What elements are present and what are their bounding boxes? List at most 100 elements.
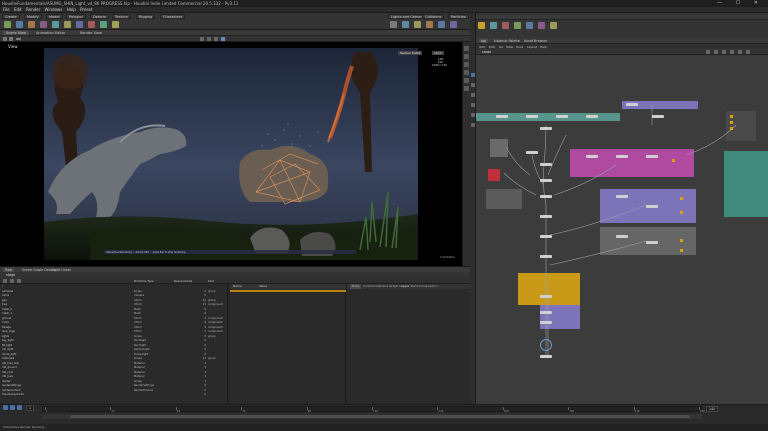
shelf-tool-icon[interactable]	[88, 21, 95, 28]
network-node[interactable]	[616, 235, 628, 238]
network-node[interactable]	[616, 195, 628, 198]
tree-row[interactable]: mesh_0 Mesh 0	[0, 308, 228, 312]
display-option-icon[interactable]	[464, 54, 469, 59]
display-option-icon[interactable]	[464, 86, 469, 91]
play-back-icon[interactable]	[3, 405, 8, 410]
scale-tool-icon[interactable]	[221, 37, 225, 41]
shelf-tab-characters[interactable]: Characters	[160, 14, 186, 19]
shelf-tool-icon[interactable]	[526, 22, 533, 29]
display-flag-icon[interactable]	[730, 115, 733, 118]
network-editor[interactable]	[476, 55, 768, 404]
display-flag-icon[interactable]	[672, 159, 675, 162]
network-node[interactable]	[540, 235, 552, 238]
tree-row[interactable]: mtl_trex_skin Material 3	[0, 362, 228, 366]
tab-base[interactable]: Base	[350, 284, 362, 289]
network-node[interactable]	[646, 241, 658, 244]
net-menu-layout[interactable]: Layout	[527, 45, 537, 49]
display-flag-icon[interactable]	[730, 121, 733, 124]
tool-icon[interactable]	[470, 93, 475, 97]
tree-row[interactable]: rendersettings RenderSettings 0	[0, 384, 228, 388]
tree-row[interactable]: ground Xform 4 component	[0, 317, 228, 321]
tree-row[interactable]: lava_cage Xform 5 component	[0, 330, 228, 334]
tree-row[interactable]: HoudiniLayerInfo 0	[0, 393, 228, 397]
shelf-tab-polygon[interactable]: Polygon	[66, 14, 86, 19]
display-flag-icon[interactable]	[730, 127, 733, 130]
tab-scene-view[interactable]: Scene View	[3, 31, 30, 35]
net-menu-view[interactable]: View	[506, 45, 513, 49]
tree-row[interactable]: key_light RectLight 0	[0, 339, 228, 343]
rotate-tool-icon[interactable]	[214, 37, 218, 41]
display-option-icon[interactable]	[464, 62, 469, 67]
select-tool-icon[interactable]	[200, 37, 204, 41]
tab-asset-browser[interactable]: Asset Browser	[524, 39, 547, 43]
viewport[interactable]: View Medium Detail cam1 1/61 102 1280 x …	[0, 42, 462, 266]
net-menu-tools[interactable]: Tools	[516, 45, 523, 49]
tool-icon[interactable]	[470, 113, 475, 117]
network-option-icon[interactable]	[746, 50, 750, 54]
network-node[interactable]	[616, 155, 628, 158]
tree-row[interactable]: geo Xform 41 group	[0, 299, 228, 303]
scene-path[interactable]: obj	[16, 37, 21, 41]
tool-icon[interactable]	[470, 83, 475, 87]
net-menu-go[interactable]: Go	[499, 45, 503, 49]
network-option-icon[interactable]	[738, 50, 742, 54]
shelf-tab-create[interactable]: Create	[2, 14, 20, 19]
tab-obj[interactable]: obj	[479, 39, 489, 43]
network-node[interactable]	[540, 321, 552, 324]
stop-icon[interactable]	[10, 405, 15, 410]
shelf-tool-icon[interactable]	[76, 21, 83, 28]
network-node[interactable]	[540, 311, 552, 314]
filter-icon[interactable]	[3, 279, 7, 283]
output-node-ring[interactable]	[540, 339, 552, 351]
network-node[interactable]	[626, 103, 638, 106]
tree-row[interactable]: renderproduct RenderProduct 0	[0, 389, 228, 393]
network-node[interactable]	[526, 151, 538, 154]
tab-material-palette[interactable]: Material Palette	[494, 39, 520, 43]
timeline-ruler[interactable]: 1 24 48 72 96 120 144 168 192 216 240	[42, 406, 705, 413]
tree-row[interactable]: fill_light RectLight 0	[0, 344, 228, 348]
tree-row[interactable]: cam1 Camera 0	[0, 294, 228, 298]
tool-icon[interactable]	[470, 123, 475, 127]
light-tool-icon[interactable]	[402, 21, 409, 28]
network-node[interactable]	[540, 355, 552, 358]
tree-row[interactable]: foliage Xform 9 component	[0, 326, 228, 330]
tree-row[interactable]: mtl_rock Material 3	[0, 371, 228, 375]
shelf-tab-particles[interactable]: Particles	[448, 14, 469, 19]
network-node[interactable]	[556, 115, 568, 118]
tree-row[interactable]: cameras Scope 2 group	[0, 290, 228, 294]
light-tool-icon[interactable]	[414, 21, 421, 28]
tab-composition[interactable]: Composition	[419, 284, 438, 289]
tree-row[interactable]: rim_light SphereLight 0	[0, 348, 228, 352]
shelf-tab-model[interactable]: Model	[46, 14, 63, 19]
display-option-icon[interactable]	[464, 78, 469, 83]
net-menu-help[interactable]: Help	[540, 45, 547, 49]
play-icon[interactable]	[17, 405, 22, 410]
shelf-tool-icon[interactable]	[40, 21, 47, 28]
tree-row[interactable]: mesh_1 Mesh 0	[0, 312, 228, 316]
network-node[interactable]	[646, 205, 658, 208]
tab-render-view[interactable]: Render View	[80, 31, 102, 35]
shelf-tool-icon[interactable]	[112, 21, 119, 28]
net-menu-edit[interactable]: Edit	[489, 45, 495, 49]
light-tool-icon[interactable]	[450, 21, 457, 28]
network-node[interactable]	[540, 255, 552, 258]
network-node[interactable]	[586, 115, 598, 118]
network-node[interactable]	[540, 195, 552, 198]
shelf-tool-icon[interactable]	[538, 22, 545, 29]
network-node[interactable]	[526, 115, 538, 118]
display-option-icon[interactable]	[464, 46, 469, 51]
network-node[interactable]	[586, 155, 598, 158]
network-node[interactable]	[652, 115, 664, 118]
network-node[interactable]	[540, 295, 552, 298]
light-tool-icon[interactable]	[426, 21, 433, 28]
net-menu-add[interactable]: Add	[479, 45, 485, 49]
shelf-tool-icon[interactable]	[52, 21, 59, 28]
shelf-tab-texture[interactable]: Texture	[112, 14, 131, 19]
shelf-tool-icon[interactable]	[502, 22, 509, 29]
render-quality-button[interactable]: Medium Detail	[398, 51, 423, 55]
network-node[interactable]	[540, 127, 552, 130]
forward-icon[interactable]	[9, 37, 13, 41]
tree-row[interactable]: mtl_lava Material 3	[0, 375, 228, 379]
current-frame-field[interactable]: 1	[26, 405, 35, 411]
shelf-tool-icon[interactable]	[550, 22, 557, 29]
